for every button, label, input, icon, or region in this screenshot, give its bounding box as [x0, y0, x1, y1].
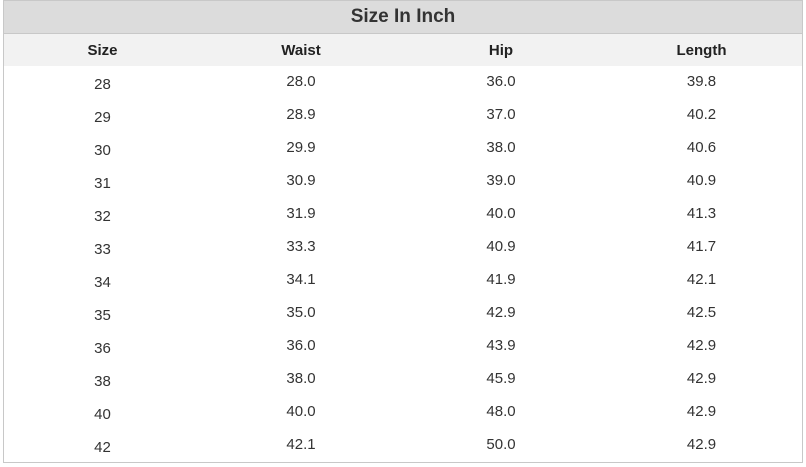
cell-length: 42.9	[686, 403, 717, 420]
cell-length: 40.6	[686, 139, 717, 156]
table-body: 28 28.0 36.0 39.8 29 28.9 37.0 40.2 30 2…	[4, 66, 802, 462]
table-row: 34 34.1 41.9 42.1	[4, 264, 802, 297]
cell-hip: 42.9	[486, 304, 516, 321]
cell-length: 41.7	[686, 238, 717, 255]
cell-length: 41.3	[686, 205, 717, 222]
cell-waist: 28.0	[286, 73, 316, 90]
header-size: Size	[87, 41, 118, 59]
cell-size: 29	[94, 109, 111, 126]
table-row: 36 36.0 43.9 42.9	[4, 330, 802, 363]
cell-waist: 31.9	[286, 205, 316, 222]
cell-waist: 40.0	[286, 403, 316, 420]
table-title: Size In Inch	[4, 1, 802, 34]
cell-size: 42	[94, 439, 111, 456]
cell-size: 31	[94, 175, 111, 192]
cell-size: 28	[94, 76, 111, 93]
cell-length: 40.9	[686, 172, 717, 189]
table-row: 30 29.9 38.0 40.6	[4, 132, 802, 165]
table-row: 40 40.0 48.0 42.9	[4, 396, 802, 429]
cell-size: 30	[94, 142, 111, 159]
cell-length: 42.1	[686, 271, 717, 288]
cell-hip: 48.0	[486, 403, 516, 420]
cell-waist: 36.0	[286, 337, 316, 354]
cell-size: 35	[94, 307, 111, 324]
header-length: Length	[676, 41, 727, 59]
cell-size: 40	[94, 406, 111, 423]
cell-waist: 35.0	[286, 304, 316, 321]
cell-length: 42.5	[686, 304, 717, 321]
cell-hip: 40.9	[486, 238, 516, 255]
cell-length: 40.2	[686, 106, 717, 123]
table-row: 42 42.1 50.0 42.9	[4, 429, 802, 462]
cell-waist: 34.1	[286, 271, 316, 288]
cell-hip: 41.9	[486, 271, 516, 288]
size-chart-table: Size In Inch Size Waist Hip Length 28 28…	[3, 0, 803, 463]
table-row: 38 38.0 45.9 42.9	[4, 363, 802, 396]
cell-waist: 38.0	[286, 370, 316, 387]
cell-length: 42.9	[686, 436, 717, 453]
cell-size: 38	[94, 373, 111, 390]
cell-waist: 28.9	[286, 106, 316, 123]
cell-hip: 45.9	[486, 370, 516, 387]
cell-hip: 38.0	[486, 139, 516, 156]
table-row: 32 31.9 40.0 41.3	[4, 198, 802, 231]
table-row: 28 28.0 36.0 39.8	[4, 66, 802, 99]
cell-waist: 33.3	[286, 238, 316, 255]
cell-hip: 37.0	[486, 106, 516, 123]
cell-hip: 39.0	[486, 172, 516, 189]
cell-hip: 36.0	[486, 73, 516, 90]
cell-waist: 30.9	[286, 172, 316, 189]
table-row: 35 35.0 42.9 42.5	[4, 297, 802, 330]
cell-length: 42.9	[686, 337, 717, 354]
cell-size: 36	[94, 340, 111, 357]
table-row: 31 30.9 39.0 40.9	[4, 165, 802, 198]
cell-length: 39.8	[686, 73, 717, 90]
table-row: 33 33.3 40.9 41.7	[4, 231, 802, 264]
cell-waist: 29.9	[286, 139, 316, 156]
cell-size: 34	[94, 274, 111, 291]
cell-hip: 43.9	[486, 337, 516, 354]
cell-size: 33	[94, 241, 111, 258]
header-hip: Hip	[488, 41, 514, 59]
cell-hip: 50.0	[486, 436, 516, 453]
table-row: 29 28.9 37.0 40.2	[4, 99, 802, 132]
cell-length: 42.9	[686, 370, 717, 387]
cell-hip: 40.0	[486, 205, 516, 222]
header-waist: Waist	[281, 41, 321, 59]
header-row: Size Waist Hip Length	[4, 34, 802, 66]
cell-size: 32	[94, 208, 111, 225]
cell-waist: 42.1	[286, 436, 316, 453]
